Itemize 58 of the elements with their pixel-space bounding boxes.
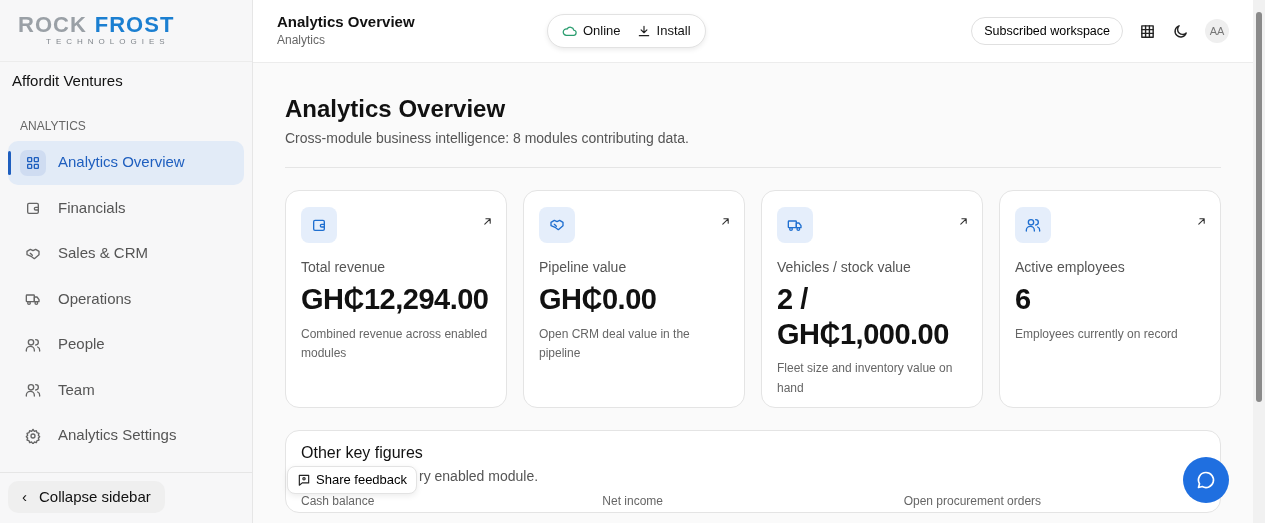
chevron-icon: ‹ [22, 485, 27, 509]
section-heading: ANALYTICS [19, 117, 87, 135]
logo-text: ROCK [18, 14, 87, 36]
people-icon [25, 382, 41, 398]
page-description: Cross-module business intelligence: 8 modules contributing data. [285, 127, 1221, 168]
workspace-button[interactable]: Subscribed workspace [971, 16, 1123, 46]
metric-label: Vehicles / stock value [777, 257, 912, 277]
metric-note: Open CRM deal value in the pipeline [539, 325, 691, 362]
user-avatar[interactable]: AA [1205, 19, 1229, 43]
sidebar-item[interactable]: Operations [8, 277, 244, 321]
section-description: ry enabled module. [419, 466, 539, 485]
metric-value: 6 [1015, 281, 1032, 317]
metric-value: GH₵12,294.00 [301, 281, 490, 317]
metric-label: Active employees [1015, 257, 1126, 277]
metric-label: Total revenue [301, 257, 387, 277]
sidebar-item[interactable]: Team [8, 368, 244, 412]
metric-card[interactable]: Active employees 6 Employees currently on record [999, 189, 1221, 408]
scrollbar-thumb[interactable] [1256, 12, 1262, 402]
page-title: Analytics Overview [277, 13, 416, 31]
metric-note: Fleet size and inventory value on hand [777, 360, 954, 397]
logo-tagline: TECHNOLOGIES [46, 36, 171, 48]
sidebar-item[interactable]: People [8, 322, 244, 367]
message-icon [297, 472, 311, 487]
grid-icon [25, 154, 41, 171]
metric-value: GH₵0.00 [539, 281, 658, 317]
online-status: Online [562, 21, 621, 41]
chat-icon [1196, 470, 1216, 490]
wallet-icon [25, 200, 41, 216]
collapse-sidebar-button[interactable]: ‹ Collapse sidebar [8, 481, 165, 513]
install-link[interactable]: Install [636, 21, 691, 41]
metric-card[interactable]: Total revenue GH₵12,294.00 Combined revenue across enabled modules [285, 189, 507, 408]
breadcrumb: Analytics [277, 32, 327, 49]
metric-note: Combined revenue across enabled modules [301, 325, 489, 362]
sidebar-item[interactable]: Analytics Settings [8, 413, 244, 458]
settings-icon [25, 427, 41, 444]
page-heading: Analytics Overview [285, 95, 507, 124]
feedback-button[interactable]: Share feedback [287, 466, 418, 494]
column-label: Net income [602, 493, 665, 508]
metric-label: Pipeline value [539, 257, 628, 277]
people-icon [1025, 216, 1041, 233]
column-label: Cash balance [301, 493, 376, 508]
moon-icon [1172, 22, 1189, 40]
people-icon [25, 336, 41, 353]
sidebar-item[interactable]: Analytics Overview [8, 140, 244, 185]
table-icon [1139, 22, 1156, 40]
metric-card[interactable]: Pipeline value GH₵0.00 Open CRM deal value in the pipeline [523, 189, 745, 408]
sidebar-item[interactable]: Financials [8, 186, 244, 230]
organization-name: Affordit Ventures [11, 71, 124, 91]
metric-note: Employees currently on record [1015, 325, 1179, 343]
metric-value: 2 / GH₵1,000.00 [777, 281, 950, 352]
truck-icon [25, 291, 41, 307]
metric-card[interactable]: Vehicles / stock value 2 / GH₵1,000.00 Fleet size and inventory value on hand [761, 189, 983, 408]
section-title: Other key figures [301, 442, 424, 463]
logo-text: FROST [94, 14, 175, 36]
scrollbar[interactable] [1253, 0, 1265, 523]
download-icon [636, 24, 651, 38]
column-label: Open procurement orders [903, 493, 1043, 508]
sidebar-item[interactable]: Sales & CRM [8, 231, 244, 276]
